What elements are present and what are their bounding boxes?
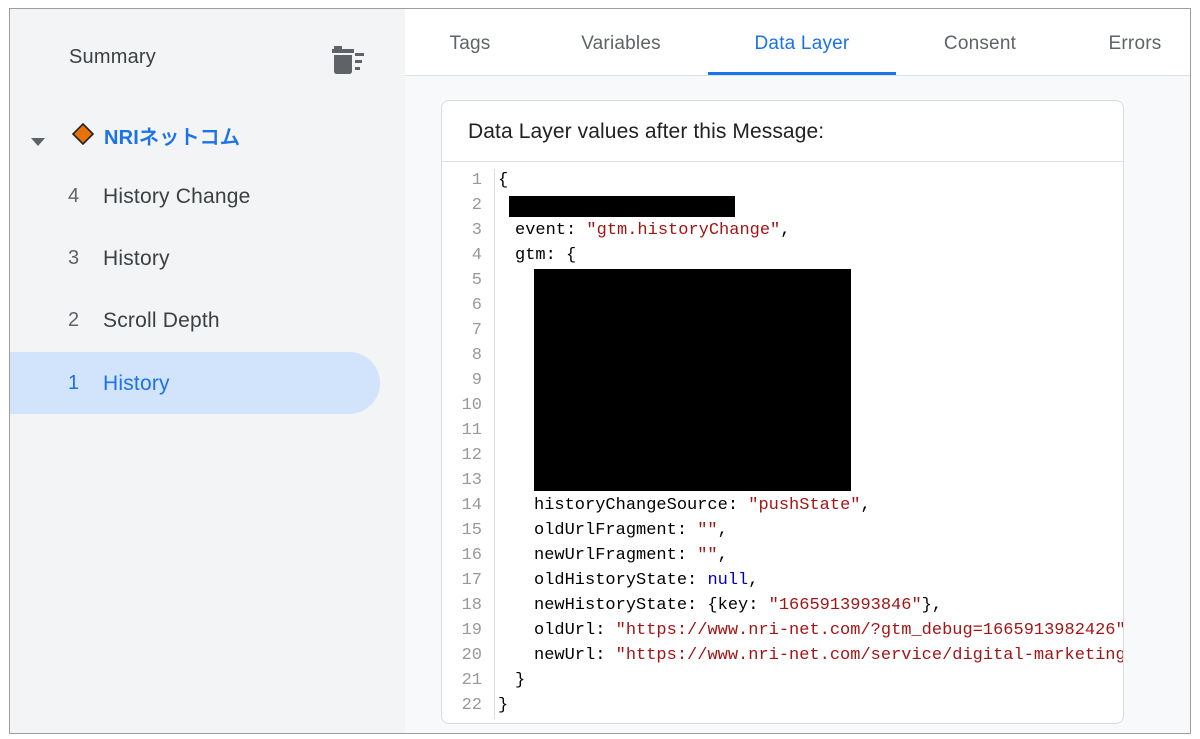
code-line-16: newUrlFragment: "",: [534, 546, 728, 565]
line-number: 9: [471, 371, 482, 390]
line-number: 22: [461, 696, 482, 715]
code-line-14: historyChangeSource: "pushState",: [534, 496, 871, 515]
tag-diamond-icon: [71, 122, 95, 146]
sidebar: Summary NRIネットコム 4 History Change 3 Hist…: [10, 9, 406, 733]
event-item-3[interactable]: 3 History: [10, 227, 380, 289]
event-item-1-selected[interactable]: 1 History: [10, 352, 380, 414]
line-number: 11: [461, 421, 482, 440]
event-number: 3: [68, 247, 80, 269]
line-number: 14: [461, 496, 482, 515]
line-number: 1: [471, 171, 482, 190]
line-number: 6: [471, 296, 482, 315]
summary-row[interactable]: Summary: [10, 9, 405, 113]
tag-assistant-window: Summary NRIネットコム 4 History Change 3 Hist…: [9, 8, 1191, 734]
line-number: 7: [471, 321, 482, 340]
active-tab-indicator: [708, 72, 896, 75]
line-number: 21: [461, 671, 482, 690]
card-divider: [442, 161, 1123, 162]
code-line-20: newUrl: "https://www.nri-net.com/service…: [534, 646, 1124, 665]
line-number: 13: [461, 471, 482, 490]
caret-down-icon[interactable]: [30, 135, 46, 147]
line-number: 12: [461, 446, 482, 465]
summary-label: Summary: [69, 46, 156, 68]
line-number: 20: [461, 646, 482, 665]
line-number: 19: [461, 621, 482, 640]
code-line-15: oldUrlFragment: "",: [534, 521, 728, 540]
event-number: 4: [68, 185, 80, 207]
code-line-18: newHistoryState: {key: "1665913993846"},: [534, 596, 943, 615]
code-line-22: }: [498, 696, 509, 715]
line-number: 8: [471, 346, 482, 365]
line-number: 4: [471, 246, 482, 265]
event-label: History: [103, 247, 170, 270]
line-number: 10: [461, 396, 482, 415]
code-line-21: }: [515, 671, 526, 690]
tab-tags[interactable]: Tags: [405, 9, 535, 75]
code-line-17: oldHistoryState: null,: [534, 571, 759, 590]
data-layer-card: Data Layer values after this Message: 1 …: [441, 100, 1124, 724]
tab-bar: Tags Variables Data Layer Consent Errors: [405, 9, 1190, 76]
tab-variables[interactable]: Variables: [545, 9, 697, 75]
code-line-4: gtm: {: [515, 246, 577, 265]
line-number: 2: [471, 196, 482, 215]
redacted-block: [509, 196, 735, 217]
container-name[interactable]: NRIネットコム: [104, 121, 240, 150]
event-item-4[interactable]: 4 History Change: [10, 165, 380, 227]
redacted-block: [534, 269, 851, 491]
code-line-1: {: [498, 171, 509, 190]
line-number: 18: [461, 596, 482, 615]
delete-sweep-icon[interactable]: [332, 46, 366, 74]
line-number: 16: [461, 546, 482, 565]
main-panel: Tags Variables Data Layer Consent Errors…: [405, 9, 1190, 733]
code-line-3: event: "gtm.historyChange",: [515, 221, 791, 240]
event-number: 1: [68, 372, 80, 394]
event-label: History Change: [103, 185, 251, 208]
event-number: 2: [68, 309, 80, 331]
code-line-19: oldUrl: "https://www.nri-net.com/?gtm_de…: [534, 621, 1124, 640]
line-number: 17: [461, 571, 482, 590]
event-item-2[interactable]: 2 Scroll Depth: [10, 289, 380, 351]
event-label: Scroll Depth: [103, 309, 220, 332]
line-number: 3: [471, 221, 482, 240]
line-number: 15: [461, 521, 482, 540]
tab-consent[interactable]: Consent: [905, 9, 1055, 75]
tab-errors[interactable]: Errors: [1070, 9, 1190, 75]
card-title: Data Layer values after this Message:: [468, 120, 825, 143]
event-label: History: [103, 372, 170, 395]
line-number: 5: [471, 271, 482, 290]
tab-data-layer[interactable]: Data Layer: [708, 9, 896, 75]
